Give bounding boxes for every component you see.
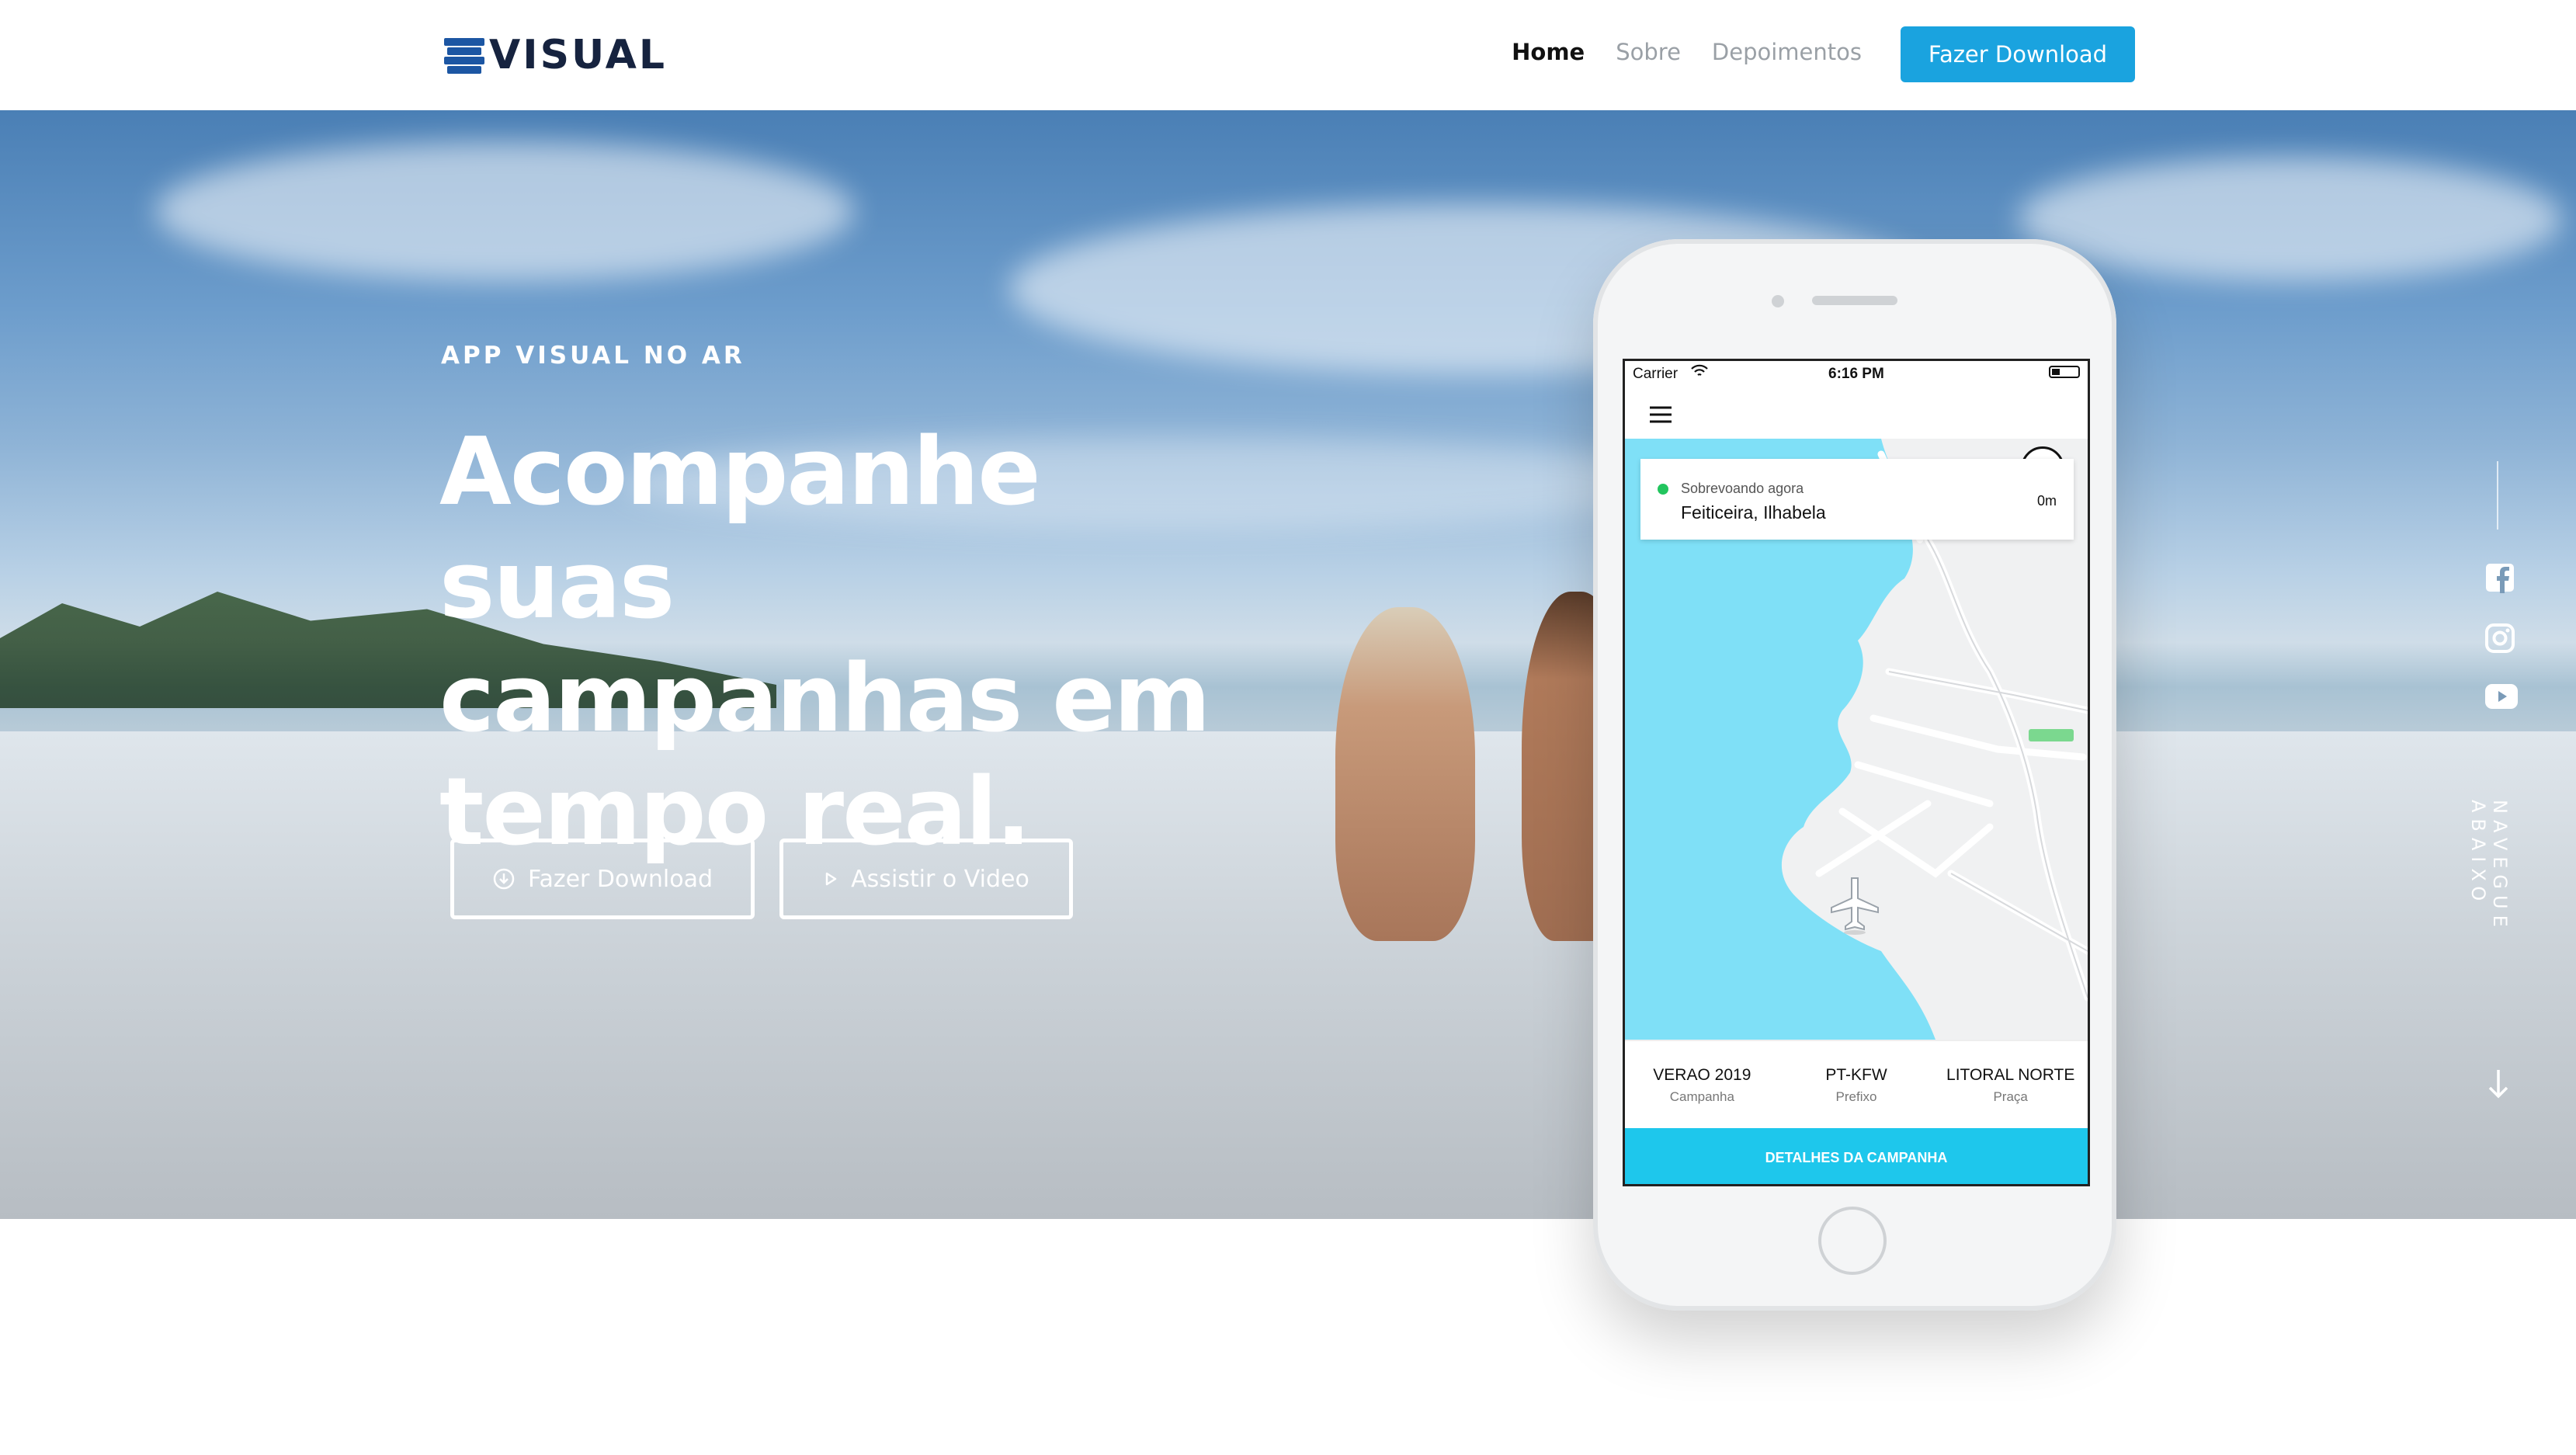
- logo[interactable]: VISUAL: [444, 33, 667, 78]
- battery-icon: [2049, 366, 2080, 378]
- hero-bg-person: [1335, 607, 1475, 941]
- airplane-icon[interactable]: [1824, 873, 1886, 939]
- nav-link-depoimentos[interactable]: Depoimentos: [1712, 39, 1862, 65]
- campaign-details-button[interactable]: DETALHES DA CAMPANHA: [1625, 1128, 2088, 1184]
- location-label: Feiticeira, Ilhabela: [1681, 502, 1826, 523]
- logo-text: VISUAL: [489, 32, 668, 78]
- hero-section: APP VISUAL NO AR Acompanhe suas campanha…: [0, 110, 2576, 1219]
- info-value: PT-KFW: [1825, 1066, 1887, 1084]
- info-praca: LITORAL NORTE Praça: [1933, 1041, 2088, 1130]
- wifi-icon: [1690, 364, 1709, 383]
- scroll-hint: NAVEGUE ABAIXO: [2467, 800, 2511, 933]
- youtube-icon[interactable]: [2484, 683, 2519, 714]
- app-screen: Carrier 6:16 PM Sobrevoando agora Feitic…: [1623, 359, 2090, 1186]
- nav-link-home[interactable]: Home: [1512, 39, 1585, 65]
- hero-title-line: Acompanhe suas: [439, 418, 1041, 640]
- hero-video-label: Assistir o Video: [851, 865, 1029, 893]
- instagram-icon[interactable]: [2484, 623, 2515, 658]
- status-time: 6:16 PM: [1828, 366, 1884, 382]
- status-bar: Carrier 6:16 PM: [1625, 361, 2088, 387]
- phone-camera: [1772, 295, 1784, 307]
- info-prefixo: PT-KFW Prefixo: [1779, 1041, 1934, 1130]
- distance-label: 0m: [2036, 493, 2057, 509]
- phone-mockup: Carrier 6:16 PM Sobrevoando agora Feitic…: [1593, 239, 2116, 1311]
- hero-title-line: campanhas em: [439, 645, 1211, 753]
- arrow-down-icon[interactable]: [2487, 1068, 2509, 1103]
- hero-bg-cloud: [2019, 157, 2562, 281]
- play-icon: [823, 870, 838, 887]
- live-dot: [1658, 484, 1668, 495]
- nav-links: Home Sobre Depoimentos: [1512, 39, 1862, 65]
- nav-link-sobre[interactable]: Sobre: [1616, 39, 1681, 65]
- hero-download-label: Fazer Download: [527, 865, 713, 893]
- flight-status-card[interactable]: Sobrevoando agora Feiticeira, Ilhabela 0…: [1640, 459, 2074, 540]
- info-value: VERAO 2019: [1653, 1066, 1751, 1084]
- hero-title: Acompanhe suas campanhas em tempo real.: [439, 416, 1293, 870]
- facebook-icon[interactable]: [2484, 562, 2515, 597]
- campaign-info-row: VERAO 2019 Campanha PT-KFW Prefixo LITOR…: [1625, 1040, 2088, 1130]
- info-label: Campanha: [1669, 1089, 1734, 1104]
- phone-home-button: [1818, 1207, 1887, 1275]
- download-circle-icon: [492, 867, 516, 891]
- nav-download-button[interactable]: Fazer Download: [1901, 26, 2135, 82]
- hero-download-button[interactable]: Fazer Download: [450, 839, 755, 919]
- hero-bg-cloud: [155, 141, 854, 281]
- info-label: Prefixo: [1835, 1089, 1877, 1104]
- logo-mark-icon: [444, 36, 484, 74]
- navbar: VISUAL Home Sobre Depoimentos Fazer Down…: [0, 0, 2576, 110]
- side-divider: [2497, 461, 2498, 530]
- info-campanha: VERAO 2019 Campanha: [1625, 1041, 1779, 1130]
- status-label: Sobrevoando agora: [1681, 481, 1804, 496]
- phone-speaker: [1812, 296, 1897, 305]
- info-value: LITORAL NORTE: [1946, 1066, 2075, 1084]
- hero-kicker: APP VISUAL NO AR: [441, 342, 745, 370]
- menu-icon[interactable]: [1648, 405, 1673, 429]
- carrier-label: Carrier: [1633, 366, 1679, 382]
- hero-video-button[interactable]: Assistir o Video: [779, 839, 1073, 919]
- info-label: Praça: [1993, 1089, 2028, 1104]
